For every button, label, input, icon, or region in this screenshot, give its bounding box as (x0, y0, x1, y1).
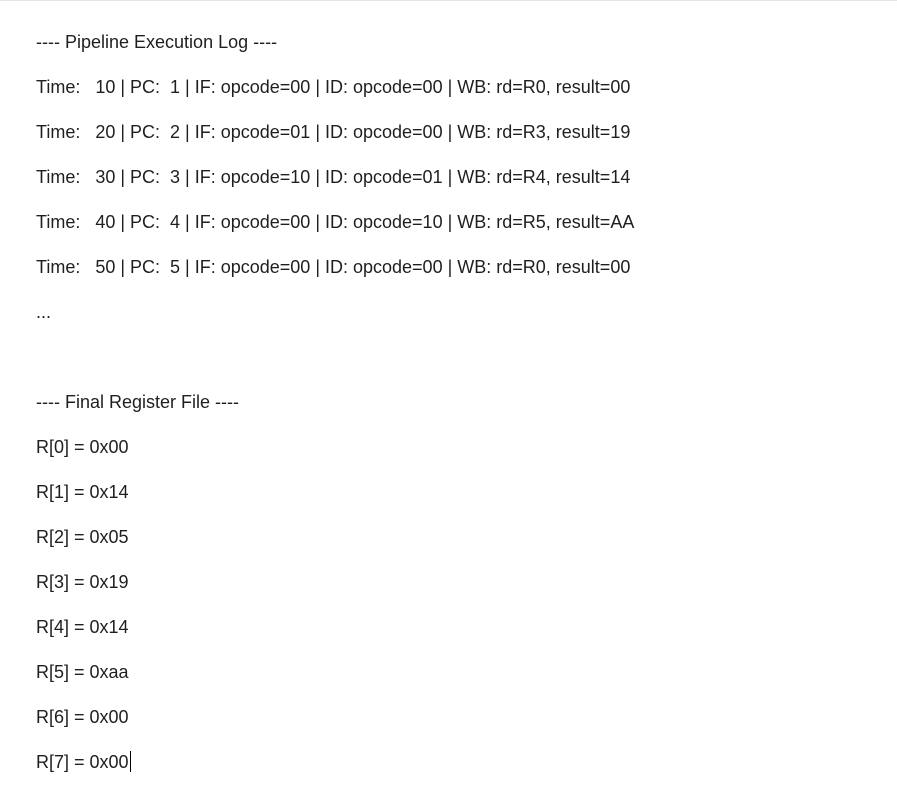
register-line-1: R[1] = 0x14 (36, 482, 129, 502)
log-line-2: Time: 20 | PC: 2 | IF: opcode=01 | ID: o… (36, 122, 631, 142)
register-line-3: R[3] = 0x19 (36, 572, 129, 592)
document-body[interactable]: ---- Pipeline Execution Log ---- Time: 1… (36, 30, 876, 795)
log-line-3: Time: 30 | PC: 3 | IF: opcode=10 | ID: o… (36, 167, 631, 187)
text-caret (129, 751, 131, 772)
register-line-4: R[4] = 0x14 (36, 617, 129, 637)
register-line-7: R[7] = 0x00 (36, 752, 129, 772)
log-line-5: Time: 50 | PC: 5 | IF: opcode=00 | ID: o… (36, 257, 631, 277)
pipeline-log-header: ---- Pipeline Execution Log ---- (36, 32, 278, 52)
log-line-4: Time: 40 | PC: 4 | IF: opcode=00 | ID: o… (36, 212, 635, 232)
register-line-0: R[0] = 0x00 (36, 437, 129, 457)
top-border (0, 0, 897, 1)
register-line-5: R[5] = 0xaa (36, 662, 129, 682)
log-line-1: Time: 10 | PC: 1 | IF: opcode=00 | ID: o… (36, 77, 631, 97)
register-line-2: R[2] = 0x05 (36, 527, 129, 547)
register-line-6: R[6] = 0x00 (36, 707, 129, 727)
register-file-header: ---- Final Register File ---- (36, 392, 240, 412)
log-ellipsis: ... (36, 302, 52, 322)
register-line-7-row: R[7] = 0x00 (36, 750, 876, 774)
